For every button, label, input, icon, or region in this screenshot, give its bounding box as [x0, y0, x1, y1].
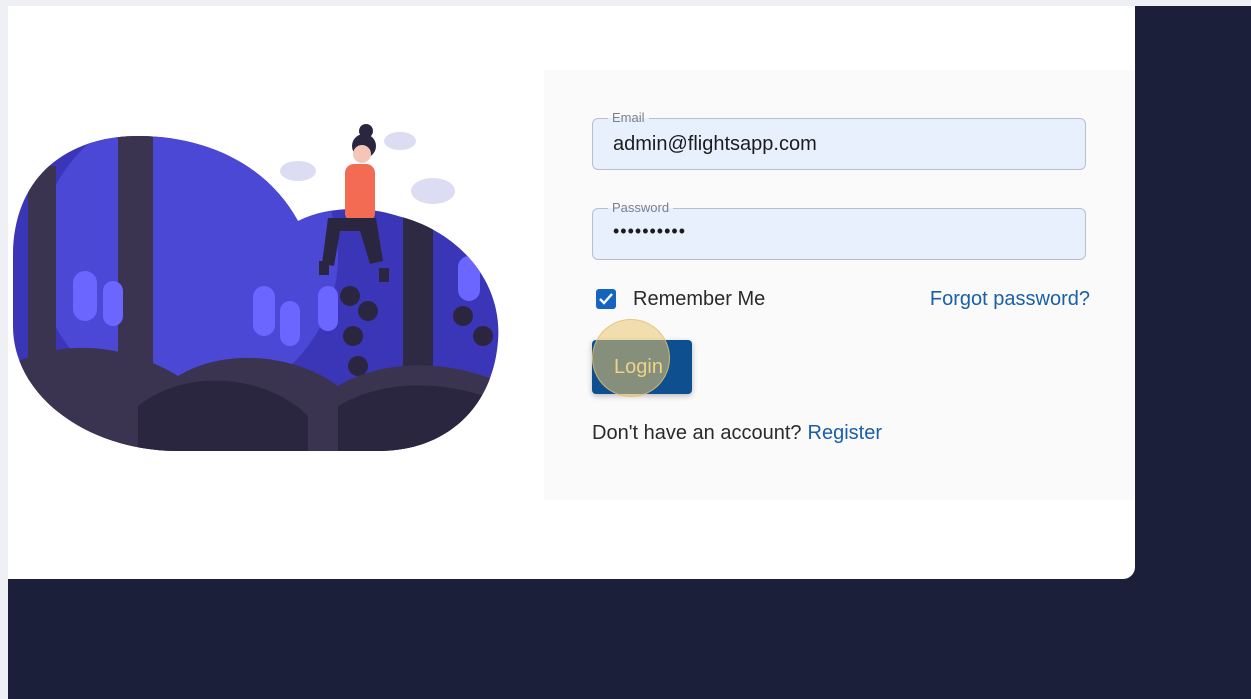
login-card: Email admin@flightsapp.com Password ••••… — [8, 6, 1135, 579]
password-value: •••••••••• — [613, 221, 687, 241]
left-border — [0, 0, 8, 699]
password-label: Password — [608, 200, 674, 216]
register-row: Don't have an account? Register — [592, 422, 882, 445]
login-button-label: Login — [614, 356, 663, 378]
email-value: admin@flightsapp.com — [613, 133, 817, 155]
register-prompt: Don't have an account? — [592, 422, 802, 444]
checkmark-icon — [599, 293, 613, 305]
forgot-password-link[interactable]: Forgot password? — [930, 288, 1090, 311]
top-right-border — [1135, 0, 1251, 6]
password-field[interactable]: Password •••••••••• — [592, 200, 1086, 260]
login-form: Email admin@flightsapp.com Password ••••… — [544, 70, 1135, 500]
email-label: Email — [608, 110, 649, 126]
remember-me-checkbox[interactable] — [596, 289, 616, 309]
remember-row: Remember Me Forgot password? — [596, 286, 1090, 312]
register-link[interactable]: Register — [808, 422, 882, 444]
forest-illustration — [13, 124, 499, 451]
remember-me-label: Remember Me — [633, 288, 766, 310]
login-button[interactable]: Login — [592, 340, 692, 394]
email-field[interactable]: Email admin@flightsapp.com — [592, 110, 1086, 170]
